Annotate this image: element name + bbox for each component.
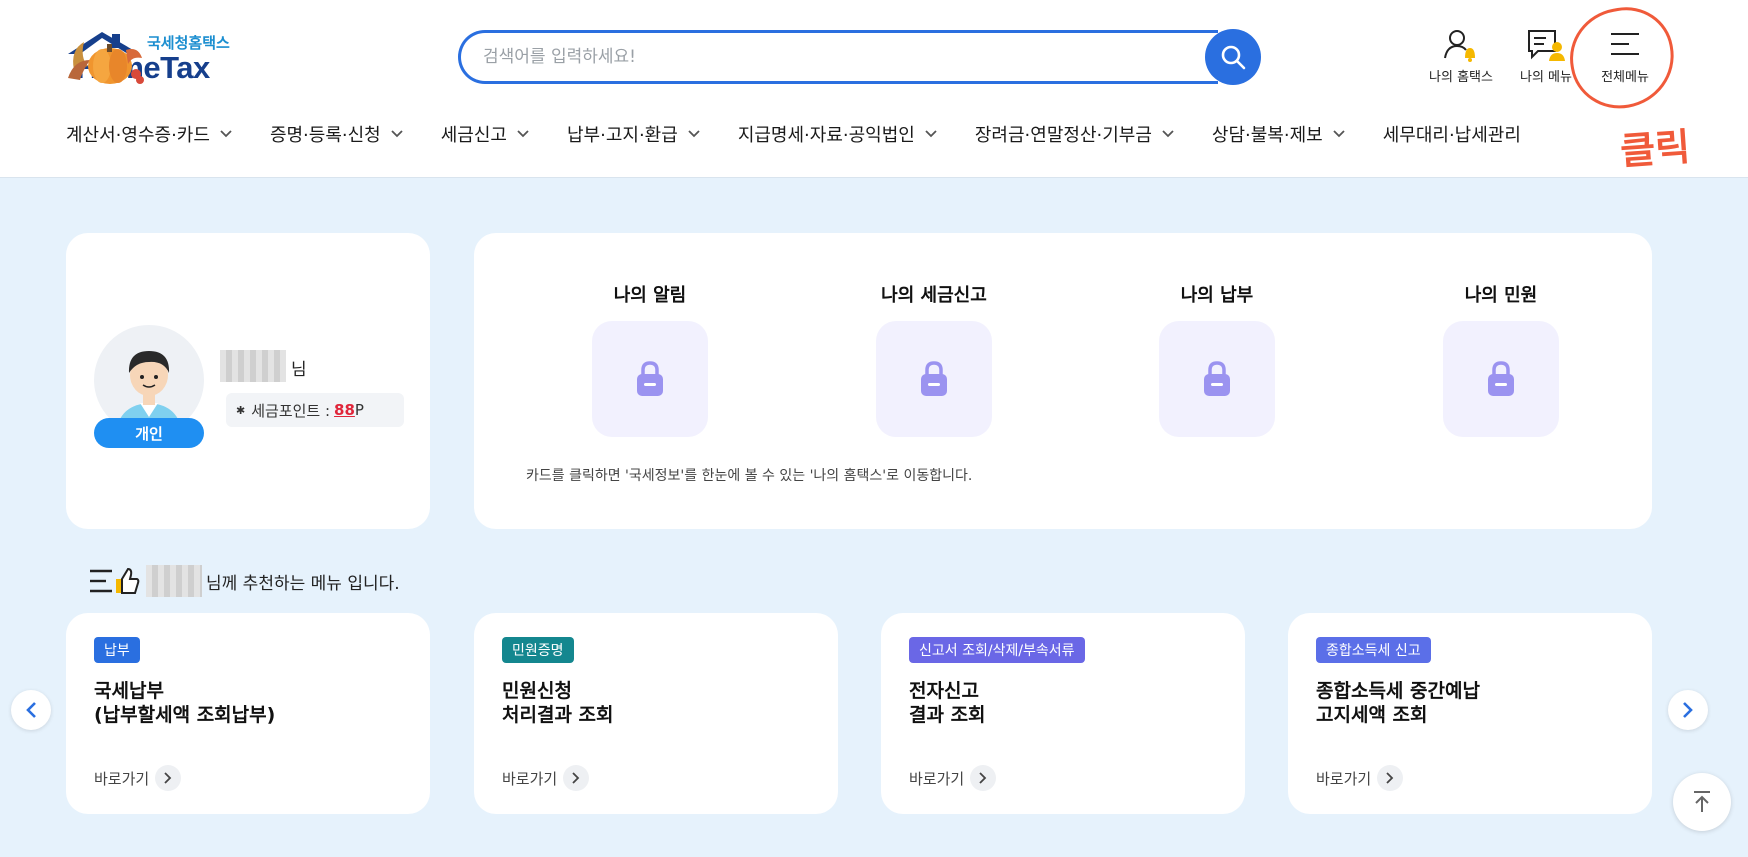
summary-title: 나의 민원 xyxy=(1464,285,1538,306)
nav-item-agent[interactable]: 세무대리·납세관리 xyxy=(1383,118,1521,150)
chevron-down-icon xyxy=(220,130,232,138)
lock-card[interactable] xyxy=(1443,321,1559,437)
lock-icon xyxy=(1204,361,1230,396)
chevron-right-icon xyxy=(164,772,172,784)
chevron-right-icon xyxy=(572,772,580,784)
nav-item-invoice[interactable]: 계산서·영수증·카드 xyxy=(66,118,232,150)
my-hometax-button[interactable]: 나의 홈택스 xyxy=(1416,28,1506,85)
lock-card[interactable] xyxy=(1159,321,1275,437)
goto-link[interactable]: 바로가기 xyxy=(1316,765,1404,791)
summary-payment[interactable]: 나의 납부 xyxy=(1137,281,1297,437)
nav-label: 지급명세·자료·공익법인 xyxy=(737,125,915,146)
recommend-card[interactable]: 종합소득세 신고 종합소득세 중간예납 고지세액 조회 바로가기 xyxy=(1288,613,1652,814)
recommend-card[interactable]: 납부 국세납부 (납부할세액 조회납부) 바로가기 xyxy=(66,613,430,814)
recommend-thumbs-icon xyxy=(90,567,140,594)
category-tag: 납부 xyxy=(94,637,140,663)
recommend-card[interactable]: 민원증명 민원신청 처리결과 조회 바로가기 xyxy=(474,613,838,814)
arrow-up-icon xyxy=(1694,791,1710,812)
chevron-right-icon xyxy=(1683,702,1693,718)
annotation-circle xyxy=(1562,0,1682,117)
nav-label: 장려금·연말정산·기부금 xyxy=(974,125,1152,146)
main-nav: 계산서·영수증·카드 증명·등록·신청 세금신고 납부·고지·환급 지급명세·자… xyxy=(66,118,1559,150)
nav-label: 상담·불복·제보 xyxy=(1211,125,1323,146)
goto-link[interactable]: 바로가기 xyxy=(502,765,590,791)
lock-card[interactable] xyxy=(592,321,708,437)
my-summary-card: 나의 알림 나의 세금신고 나의 납부 나의 민원 카드를 클릭하면 '국세정보… xyxy=(474,233,1652,529)
search-input[interactable] xyxy=(483,33,1163,81)
chevron-down-icon xyxy=(925,130,937,138)
points-unit: P xyxy=(354,401,364,419)
profile-card: 개인 님 ✱ 세금포인트 : 88 P xyxy=(66,233,430,529)
summary-title: 나의 세금신고 xyxy=(881,285,987,306)
nav-item-payment[interactable]: 납부·고지·환급 xyxy=(567,118,700,150)
summary-notification[interactable]: 나의 알림 xyxy=(570,281,730,437)
lock-card[interactable] xyxy=(876,321,992,437)
my-hometax-icon xyxy=(1444,30,1475,62)
header: 국세청홈택스 HomeTax 나의 홈택스 xyxy=(0,0,1748,178)
summary-note: 카드를 클릭하면 '국세정보'를 한눈에 볼 수 있는 '나의 홈택스'로 이동… xyxy=(526,468,973,484)
menu-name: 민원신청 처리결과 조회 xyxy=(502,680,614,726)
user-name-blurred xyxy=(220,350,286,382)
chevron-left-icon xyxy=(26,702,36,718)
summary-tax-filing[interactable]: 나의 세금신고 xyxy=(854,281,1014,437)
menu-name: 종합소득세 중간예납 고지세액 조회 xyxy=(1316,680,1480,726)
lock-icon xyxy=(921,361,947,396)
category-tag: 신고서 조회/삭제/부속서류 xyxy=(909,637,1085,663)
summary-title: 나의 알림 xyxy=(613,285,687,306)
tax-points[interactable]: ✱ 세금포인트 : 88 P xyxy=(226,393,404,427)
carousel-next-button[interactable] xyxy=(1668,690,1708,730)
chevron-down-icon xyxy=(1162,130,1174,138)
nav-label: 계산서·영수증·카드 xyxy=(66,125,210,146)
chevron-down-icon xyxy=(688,130,700,138)
search-button[interactable] xyxy=(1205,29,1261,85)
pumpkin-icon xyxy=(68,42,144,84)
chevron-right-icon xyxy=(1386,772,1394,784)
lock-icon xyxy=(637,361,663,396)
menu-name: 전자신고 결과 조회 xyxy=(909,680,986,726)
chevron-down-icon xyxy=(517,130,529,138)
search-icon xyxy=(1221,45,1246,70)
goto-label: 바로가기 xyxy=(502,769,558,788)
nav-label: 세금신고 xyxy=(440,125,507,146)
hometax-logo[interactable]: 국세청홈택스 HomeTax xyxy=(66,30,336,92)
user-type-badge: 개인 xyxy=(94,418,204,448)
nav-item-consult[interactable]: 상담·불복·제보 xyxy=(1212,118,1345,150)
category-tag: 종합소득세 신고 xyxy=(1316,637,1431,663)
scroll-to-top-button[interactable] xyxy=(1673,773,1731,831)
nav-label: 납부·고지·환급 xyxy=(567,125,678,146)
nav-item-incentive[interactable]: 장려금·연말정산·기부금 xyxy=(975,118,1174,150)
goto-label: 바로가기 xyxy=(94,769,150,788)
carousel-prev-button[interactable] xyxy=(11,690,51,730)
points-label: 세금포인트 : xyxy=(251,401,331,420)
annotation-text: 클릭 xyxy=(1618,124,1692,174)
search-box xyxy=(458,30,1218,84)
my-menu-icon xyxy=(1528,30,1565,61)
nav-item-statement[interactable]: 지급명세·자료·공익법인 xyxy=(738,118,937,150)
recommend-title: 님께 추천하는 메뉴 입니다. xyxy=(206,573,400,594)
chevron-right-icon xyxy=(979,772,987,784)
summary-title: 나의 납부 xyxy=(1180,285,1254,306)
category-tag: 민원증명 xyxy=(502,637,574,663)
recommend-heading: 님께 추천하는 메뉴 입니다. xyxy=(88,564,400,598)
goto-link[interactable]: 바로가기 xyxy=(94,765,182,791)
name-suffix: 님 xyxy=(291,360,307,380)
my-hometax-label: 나의 홈택스 xyxy=(1429,70,1493,85)
goto-link[interactable]: 바로가기 xyxy=(909,765,997,791)
lock-icon xyxy=(1488,361,1514,396)
chevron-down-icon xyxy=(1333,130,1345,138)
chevron-down-icon xyxy=(391,130,403,138)
nav-item-tax-filing[interactable]: 세금신고 xyxy=(441,118,529,150)
goto-label: 바로가기 xyxy=(1316,769,1372,788)
points-value[interactable]: 88 xyxy=(334,401,355,419)
nav-label: 세무대리·납세관리 xyxy=(1382,125,1521,146)
recommend-card[interactable]: 신고서 조회/삭제/부속서류 전자신고 결과 조회 바로가기 xyxy=(881,613,1245,814)
user-name-blurred xyxy=(146,565,202,597)
nav-item-certificate[interactable]: 증명·등록·신청 xyxy=(270,118,403,150)
summary-civil[interactable]: 나의 민원 xyxy=(1421,281,1581,437)
nav-label: 증명·등록·신청 xyxy=(269,125,381,146)
menu-name: 국세납부 (납부할세액 조회납부) xyxy=(94,680,276,726)
goto-label: 바로가기 xyxy=(909,769,965,788)
asterisk-icon: ✱ xyxy=(236,403,246,417)
